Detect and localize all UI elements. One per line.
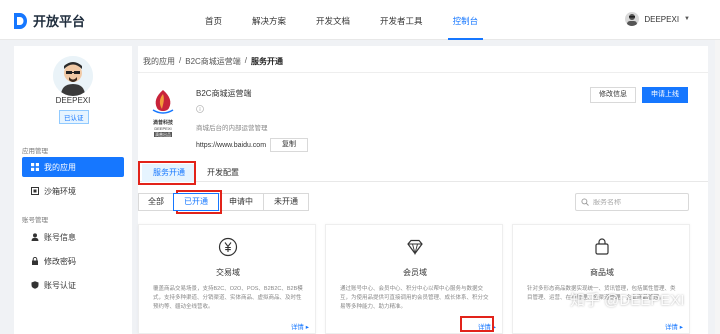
filter-pending[interactable]: 申请中	[218, 193, 264, 211]
breadcrumb-separator: /	[244, 56, 248, 65]
card-details-link[interactable]: 详情 ▸	[291, 321, 309, 331]
apply-launch-button[interactable]: 申请上线	[642, 87, 688, 103]
sidebar-item-sandbox[interactable]: 沙箱环境	[22, 181, 124, 201]
app-logo-tag: 滴普出品	[154, 132, 172, 137]
grid-icon	[30, 163, 39, 172]
yuan-coin-icon	[218, 237, 238, 257]
user-name: DEEPEXI	[644, 14, 680, 24]
breadcrumb-my-apps[interactable]: 我的应用	[143, 56, 175, 67]
search-icon	[581, 198, 589, 206]
status-filter: 全部 已开通 申请中 未开通	[138, 193, 309, 211]
sidebar-item-label: 修改密码	[44, 256, 76, 266]
filter-activated[interactable]: 已开通	[173, 193, 219, 211]
breadcrumb-app[interactable]: B2C商城运营端	[185, 56, 241, 67]
avatar	[625, 12, 640, 26]
sidebar-item-label: 我的应用	[44, 162, 76, 172]
sidebar: DEEPEXI 已认证 应用管理 我的应用 沙箱环境 账号管理 账号信息 修改密…	[14, 46, 132, 334]
breadcrumb: 我的应用 / B2C商城运营端 / 服务开通	[143, 56, 283, 67]
user-menu[interactable]: DEEPEXI ▼	[625, 12, 690, 26]
card-details-link[interactable]: 详情 ▸	[478, 321, 496, 331]
sidebar-item-change-password[interactable]: 修改密码	[22, 251, 124, 271]
nav-console[interactable]: 控制台	[438, 0, 494, 40]
tab-dev-config[interactable]: 开发配置	[196, 164, 250, 182]
card-title: 交易域	[216, 268, 240, 277]
profile-name: DEEPEXI	[55, 96, 91, 105]
watermark: 知乎 @DEEPEXI	[570, 292, 685, 309]
app-name: B2C商城运营端	[196, 89, 252, 98]
nav-home[interactable]: 首页	[190, 0, 237, 40]
tab-service-activation[interactable]: 服务开通	[142, 164, 196, 182]
service-card-member[interactable]: 会员域 通过账号中心、会员中心、积分中心以帮中心服务与数据交互，为使用品提供可直…	[325, 224, 503, 334]
sidebar-item-my-apps[interactable]: 我的应用	[22, 157, 124, 177]
app-logo-mark-icon	[152, 90, 174, 114]
logo-icon	[14, 12, 27, 29]
card-title: 会员域	[403, 268, 427, 277]
sidebar-item-label: 账号信息	[44, 232, 76, 242]
bag-icon	[595, 238, 609, 255]
chevron-down-icon: ▼	[684, 16, 690, 22]
sidebar-item-label: 沙箱环境	[44, 186, 76, 196]
main-nav: 首页 解决方案 开发文档 开发者工具 控制台	[190, 0, 493, 40]
app-logo: 滴普科技 DEEPEXI 滴普出品	[146, 88, 180, 137]
breadcrumb-separator: /	[179, 56, 182, 65]
nav-docs[interactable]: 开发文档	[301, 0, 365, 40]
lock-icon	[30, 257, 39, 266]
card-details-link[interactable]: 详情 ▸	[665, 321, 683, 331]
copy-button[interactable]: 复制	[270, 138, 308, 152]
brand-title: 开放平台	[33, 14, 86, 29]
brand-logo[interactable]: 开放平台	[12, 11, 85, 30]
breadcrumb-current: 服务开通	[251, 57, 284, 66]
sidebar-group-account: 账号管理	[22, 217, 48, 224]
tab-bar: 服务开通 开发配置	[138, 164, 708, 182]
edit-info-button[interactable]: 修改信息	[590, 87, 636, 103]
card-description: 通过账号中心、会员中心、积分中心以帮中心服务与数据交互，为使用品提供可直接调用的…	[340, 286, 489, 310]
card-description: 覆盖商品交易场景，支持B2C、O2O、POS、B2B2C、B2B模式，支持多种渠…	[153, 286, 303, 310]
filter-not-activated[interactable]: 未开通	[263, 193, 309, 211]
sidebar-item-label: 账号认证	[44, 280, 76, 290]
app-logo-sub: DEEPEXI	[154, 126, 172, 131]
nav-dev-tools[interactable]: 开发者工具	[365, 0, 438, 40]
app-url: https://www.baidu.com	[196, 142, 267, 149]
service-card-trade[interactable]: 交易域 覆盖商品交易场景，支持B2C、O2O、POS、B2B2C、B2B模式，支…	[138, 224, 316, 334]
service-card-product[interactable]: 商品域 针对多形态商品数据实现统一、货讯管理，包括属性管理、类目管理、运营、在线…	[512, 224, 690, 334]
user-icon	[30, 233, 39, 242]
search-input[interactable]	[593, 198, 683, 206]
sidebar-group-app: 应用管理	[22, 148, 48, 155]
info-icon[interactable]	[196, 105, 204, 113]
sidebar-item-account-verify[interactable]: 账号认证	[22, 275, 124, 295]
shield-icon	[30, 281, 39, 290]
nav-solutions[interactable]: 解决方案	[237, 0, 301, 40]
sidebar-item-account-info[interactable]: 账号信息	[22, 227, 124, 247]
verified-badge: 已认证	[59, 110, 89, 124]
app-description: 商城后台的内部运营管理	[196, 125, 268, 132]
top-navbar: 开放平台 首页 解决方案 开发文档 开发者工具 控制台 DEEPEXI ▼	[0, 0, 720, 40]
card-title: 商品域	[590, 268, 614, 277]
diamond-icon	[407, 239, 423, 256]
search-box[interactable]	[575, 193, 689, 211]
filter-all[interactable]: 全部	[138, 193, 174, 211]
divider	[138, 72, 708, 73]
scrollbar[interactable]	[715, 40, 720, 334]
box-icon	[30, 187, 39, 196]
profile-avatar	[53, 56, 93, 96]
